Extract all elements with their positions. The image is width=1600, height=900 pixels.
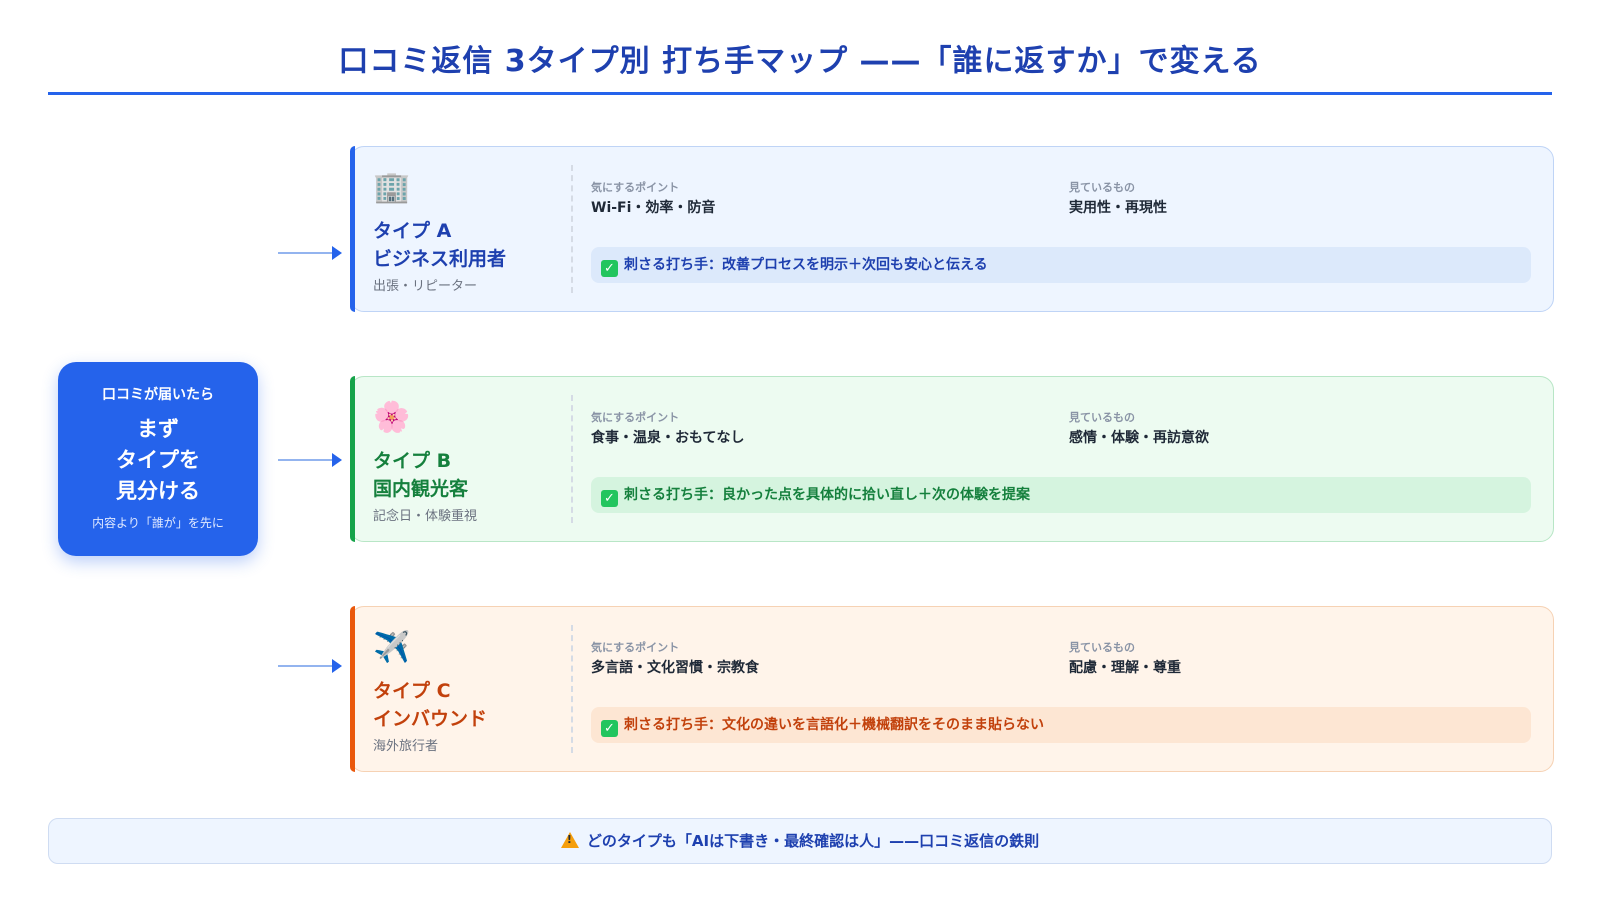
punch-line: ✓ 刺さる打ち手：良かった点を具体的に拾い直し＋次の体験を提案 xyxy=(591,477,1531,513)
type-audience: 国内観光客 xyxy=(373,478,469,500)
airplane-icon: ✈️ xyxy=(373,630,411,665)
hub-lead-text: 口コミが届いたら xyxy=(102,387,214,403)
punch-line: ✓ 刺さる打ち手：改善プロセスを明示＋次回も安心と伝える xyxy=(591,247,1531,283)
check-icon: ✓ xyxy=(601,260,618,277)
concern-value: Wi-Fi・効率・防音 xyxy=(591,200,716,216)
type-audience: ビジネス利用者 xyxy=(373,248,507,270)
arrow-to-type-c xyxy=(278,659,342,673)
punch-line: ✓ 刺さる打ち手：文化の違いを言語化＋機械翻訳をそのまま貼らない xyxy=(591,707,1531,743)
type-label: タイプ A xyxy=(373,220,452,242)
footer-text: どのタイプも「AIは下書き・最終確認は人」——口コミ返信の鉄則 xyxy=(586,832,1040,850)
divider xyxy=(571,165,573,293)
concern-value: 食事・温泉・おもてなし xyxy=(591,430,745,446)
hub-box: 口コミが届いたら まず タイプを 見分ける 内容より「誰が」を先に xyxy=(58,362,258,556)
type-card-b: 🌸 タイプ B 国内観光客 記念日・体験重視 気にするポイント 食事・温泉・おも… xyxy=(350,376,1554,542)
hub-main-line-2: タイプを xyxy=(116,448,200,472)
type-label: タイプ C xyxy=(373,680,451,702)
watching-label: 見ているもの xyxy=(1069,181,1135,194)
watching-label: 見ているもの xyxy=(1069,411,1135,424)
warning-icon xyxy=(560,832,579,848)
type-card-a: 🏢 タイプ A ビジネス利用者 出張・リピーター 気にするポイント Wi-Fi・… xyxy=(350,146,1554,312)
type-label: タイプ B xyxy=(373,450,452,472)
page-title: 口コミ返信 3タイプ別 打ち手マップ ——「誰に返すか」で変える xyxy=(338,44,1262,79)
check-icon: ✓ xyxy=(601,490,618,507)
punch-text: 刺さる打ち手：文化の違いを言語化＋機械翻訳をそのまま貼らない xyxy=(624,717,1044,733)
watching-value: 実用性・再現性 xyxy=(1069,200,1167,216)
cherry-blossom-icon: 🌸 xyxy=(373,400,411,435)
title-underline xyxy=(48,92,1552,95)
type-subtitle: 出張・リピーター xyxy=(373,279,478,294)
arrow-to-type-b xyxy=(278,453,342,467)
punch-text: 刺さる打ち手：良かった点を具体的に拾い直し＋次の体験を提案 xyxy=(624,487,1030,503)
type-title: タイプ C インバウンド xyxy=(373,677,487,733)
type-title: タイプ B 国内観光客 xyxy=(373,447,468,503)
hub-main-line-3: 見分ける xyxy=(116,479,200,503)
type-subtitle: 記念日・体験重視 xyxy=(373,509,478,524)
divider xyxy=(571,625,573,753)
watching-value: 感情・体験・再訪意欲 xyxy=(1069,430,1209,446)
type-title: タイプ A ビジネス利用者 xyxy=(373,217,506,273)
concern-label: 気にするポイント xyxy=(591,181,680,194)
check-icon: ✓ xyxy=(601,720,618,737)
type-card-c: ✈️ タイプ C インバウンド 海外旅行者 気にするポイント 多言語・文化習慣・… xyxy=(350,606,1554,772)
concern-label: 気にするポイント xyxy=(591,641,680,654)
hub-note-text: 内容より「誰が」を先に xyxy=(92,516,224,530)
concern-value: 多言語・文化習慣・宗教食 xyxy=(591,660,759,676)
concern-label: 気にするポイント xyxy=(591,411,680,424)
arrow-to-type-a xyxy=(278,246,342,260)
type-audience: インバウンド xyxy=(373,708,488,730)
watching-value: 配慮・理解・尊重 xyxy=(1069,660,1181,676)
hub-main-line-1: まず xyxy=(137,417,179,441)
watching-label: 見ているもの xyxy=(1069,641,1135,654)
divider xyxy=(571,395,573,523)
hub-main-text: まず タイプを 見分ける xyxy=(58,414,258,507)
type-subtitle: 海外旅行者 xyxy=(373,739,439,754)
footer-banner: どのタイプも「AIは下書き・最終確認は人」——口コミ返信の鉄則 xyxy=(48,818,1552,864)
punch-text: 刺さる打ち手：改善プロセスを明示＋次回も安心と伝える xyxy=(624,257,988,273)
office-building-icon: 🏢 xyxy=(373,170,411,205)
